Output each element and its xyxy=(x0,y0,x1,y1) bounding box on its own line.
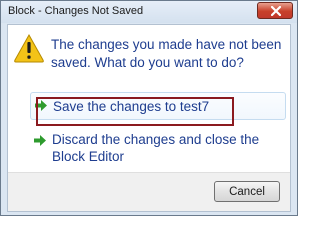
window-title: Block - Changes Not Saved xyxy=(8,5,144,17)
close-button[interactable] xyxy=(257,2,293,19)
main-instruction: The changes you made have not been saved… xyxy=(51,37,282,70)
close-icon xyxy=(271,6,281,16)
save-changes-command[interactable]: Save the changes to test7 xyxy=(30,92,286,120)
green-arrow-icon xyxy=(34,135,46,146)
discard-changes-command[interactable]: Discard the changes and close the Block … xyxy=(30,131,286,165)
cancel-button[interactable]: Cancel xyxy=(214,181,280,202)
title-bar[interactable]: Block - Changes Not Saved xyxy=(1,1,297,23)
dialog-window: Block - Changes Not Saved The changes yo… xyxy=(0,0,298,216)
dialog-body: The changes you made have not been saved… xyxy=(7,24,291,212)
warning-icon xyxy=(14,33,44,63)
save-changes-label: Save the changes to test7 xyxy=(53,99,210,114)
button-footer: Cancel xyxy=(8,172,290,211)
green-arrow-icon xyxy=(35,100,47,111)
discard-changes-label: Discard the changes and close the Block … xyxy=(52,132,260,164)
